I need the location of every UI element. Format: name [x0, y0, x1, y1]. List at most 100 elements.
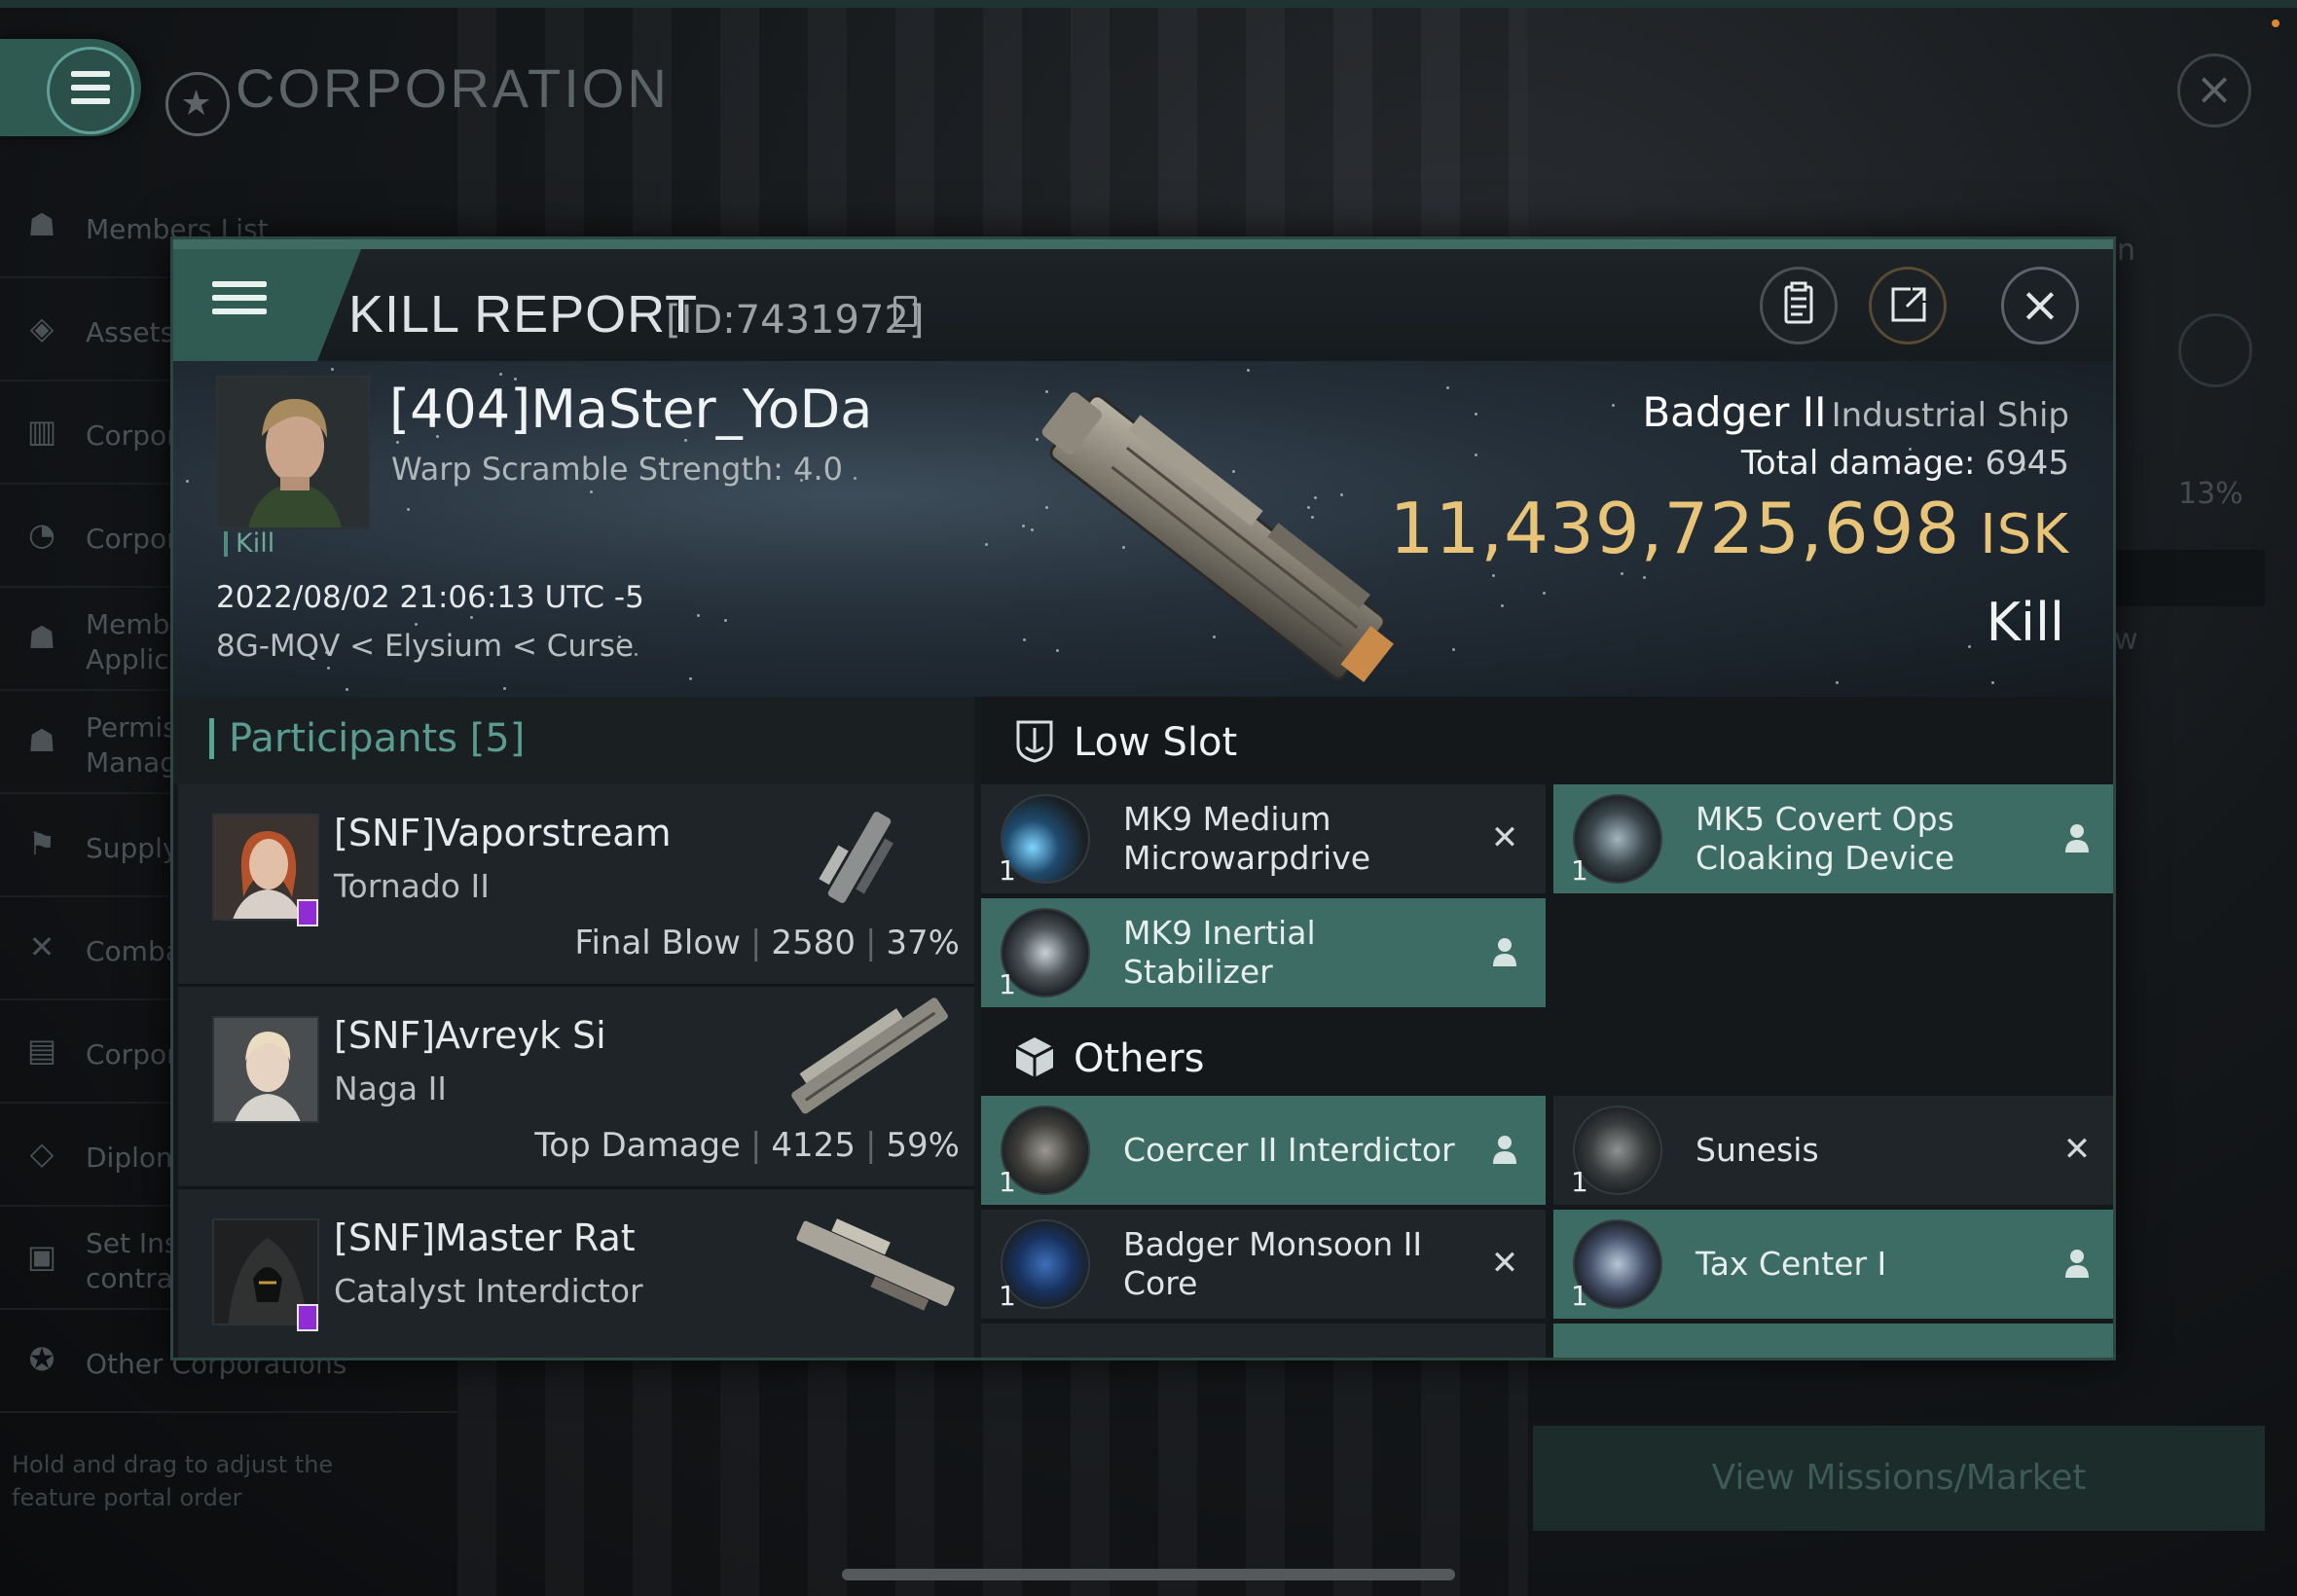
participant-name[interactable]: [SNF]Avreyk Si — [334, 1014, 606, 1057]
notification-dot — [2272, 19, 2279, 27]
participant-row[interactable]: [SNF]Vaporstream Tornado II Final Blow | 2… — [178, 784, 974, 987]
item-card[interactable]: 1 Sunesis ✕ — [1553, 1096, 2113, 1205]
item-card[interactable] — [1553, 1324, 2113, 1358]
members-icon: ☗ — [27, 206, 56, 243]
bg-fragment-c: w — [2114, 623, 2138, 657]
clipboard-icon — [1784, 281, 1813, 324]
item-card[interactable]: 1 MK9 Inertial Stabilizer — [981, 898, 1546, 1007]
dropped-person-icon — [2060, 821, 2094, 854]
bg-share-button[interactable] — [2178, 313, 2252, 387]
modal-menu-button[interactable] — [173, 249, 317, 361]
star-dot — [1643, 576, 1646, 579]
share-button[interactable] — [1869, 267, 1947, 345]
close-icon: × — [2020, 276, 2060, 333]
total-damage-value: 6945 — [1985, 444, 2069, 483]
share-external-icon — [1891, 287, 1926, 322]
low-slot-header: Low Slot — [981, 697, 2113, 784]
star-dot — [1968, 645, 1971, 648]
copy-id-icon[interactable] — [893, 296, 917, 327]
bg-fragment-b: 13% — [2178, 477, 2243, 511]
participant-row[interactable]: [SNF]Master Rat Catalyst Interdictor — [178, 1189, 974, 1358]
sidebar-item-label: Corpor — [86, 523, 178, 555]
star-dot — [1501, 604, 1504, 607]
item-qty: 1 — [1571, 854, 1588, 887]
sidebar-item-label: Supply — [86, 832, 179, 864]
victim-ship-image[interactable] — [971, 381, 1458, 697]
view-missions-market-button[interactable]: View Missions/Market — [1533, 1426, 2265, 1531]
star-dot — [854, 477, 857, 480]
item-name: Badger Monsoon II Core — [1123, 1225, 1423, 1302]
participant-badge-icon — [297, 899, 318, 926]
victim-name[interactable]: [404]MaSter_YoDa — [389, 379, 872, 440]
home-indicator[interactable] — [842, 1569, 1455, 1580]
participant-avatar — [214, 1018, 317, 1121]
kill-location[interactable]: 8G-MQV < Elysium < Curse — [216, 629, 634, 664]
participant-name[interactable]: [SNF]Master Rat — [334, 1216, 636, 1259]
participant-row[interactable]: [SNF]Avreyk Si Naga II Top Damage | 4125 | 5… — [178, 987, 974, 1189]
item-name: MK9 Inertial Stabilizer — [1123, 914, 1316, 991]
participant-ship: Tornado II — [334, 867, 490, 905]
star-dot — [1621, 572, 1623, 575]
sidebar-hint: Hold and drag to adjust the feature port… — [12, 1451, 334, 1511]
star-dot — [590, 490, 593, 493]
kill-report-modal: KILL REPORT [ID:7431972] × [404]MaSter_Y… — [170, 236, 2116, 1360]
total-damage-label: Total damage: — [1740, 444, 1976, 483]
background-close-button[interactable]: × — [2177, 54, 2251, 127]
dropped-person-icon — [1488, 935, 1521, 968]
star-dot — [186, 480, 189, 483]
isk-unit: ISK — [1980, 503, 2069, 566]
star-dot — [396, 441, 399, 444]
item-card[interactable]: 1 Tax Center I — [1553, 1210, 2113, 1319]
participants-label: Participants — [229, 716, 457, 761]
destroyed-icon: ✕ — [1490, 1244, 1519, 1283]
close-modal-button[interactable]: × — [2001, 267, 2079, 345]
participant-ship-image[interactable] — [772, 987, 966, 1123]
low-slot-icon — [1016, 720, 1053, 763]
top-strip — [0, 0, 2297, 8]
kill-datetime: 2022/08/02 21:06:13 UTC -5 — [216, 580, 644, 615]
participant-ship-image[interactable] — [782, 1199, 966, 1335]
others-header: Others — [981, 1013, 2113, 1101]
clipboard-button[interactable] — [1760, 267, 1838, 345]
star-dot — [499, 373, 502, 376]
star-dot — [470, 616, 473, 619]
sidebar-item-label: Memb Applic — [86, 608, 170, 675]
insurance-icon: ▣ — [26, 1238, 57, 1275]
item-card[interactable] — [981, 1324, 1546, 1358]
star-dot — [346, 688, 348, 691]
item-card[interactable]: 1 MK5 Covert Ops Cloaking Device — [1553, 784, 2113, 893]
victim-portrait[interactable] — [216, 376, 370, 529]
star-dot — [1475, 453, 1477, 456]
isk-amount: 11,439,725,698 — [1389, 488, 1961, 569]
item-name: Sunesis — [1695, 1131, 1819, 1169]
participants-title: Participants [5] — [229, 716, 525, 761]
participant-name[interactable]: [SNF]Vaporstream — [334, 812, 672, 854]
menu-ring — [47, 47, 134, 134]
sidebar-item-label: Corpor — [86, 419, 178, 452]
destroyed-icon: ✕ — [2062, 1130, 2092, 1169]
assets-icon: ◈ — [29, 309, 55, 346]
star-dot — [331, 368, 334, 371]
warp-scramble-strength: Warp Scramble Strength: 4.0 — [391, 451, 844, 488]
victim-ship-name[interactable]: Badger II — [1642, 388, 1826, 436]
star-dot — [1247, 369, 1250, 372]
star-dot — [1991, 681, 1994, 684]
participants-panel: Participants [5] [SNF]Vaporstream Tornad… — [173, 697, 974, 1358]
sidebar-item-label: Set Ins contra — [86, 1227, 179, 1294]
participant-ship-image[interactable] — [801, 794, 918, 921]
item-card[interactable]: 1 MK9 Medium Microwarpdrive ✕ — [981, 784, 1546, 893]
kill-result: Kill — [1986, 592, 2064, 653]
item-card[interactable]: 1 Coercer II Interdictor — [981, 1096, 1546, 1205]
item-qty: 1 — [999, 968, 1016, 1000]
item-name: MK5 Covert Ops Cloaking Device — [1695, 800, 1955, 877]
participants-header: Participants [5] — [173, 697, 974, 784]
participant-role: Final Blow — [574, 924, 741, 962]
supply-icon: ⚑ — [27, 825, 56, 862]
combat-icon: ✕ — [28, 928, 55, 965]
main-menu-button[interactable] — [0, 39, 141, 136]
corporation-star-icon: ★ — [165, 72, 230, 136]
participant-portrait[interactable] — [212, 1016, 319, 1123]
participant-role: Top Damage — [534, 1126, 741, 1165]
sidebar-item-label: Corpor — [86, 1038, 178, 1070]
item-card[interactable]: 1 Badger Monsoon II Core ✕ — [981, 1210, 1546, 1319]
